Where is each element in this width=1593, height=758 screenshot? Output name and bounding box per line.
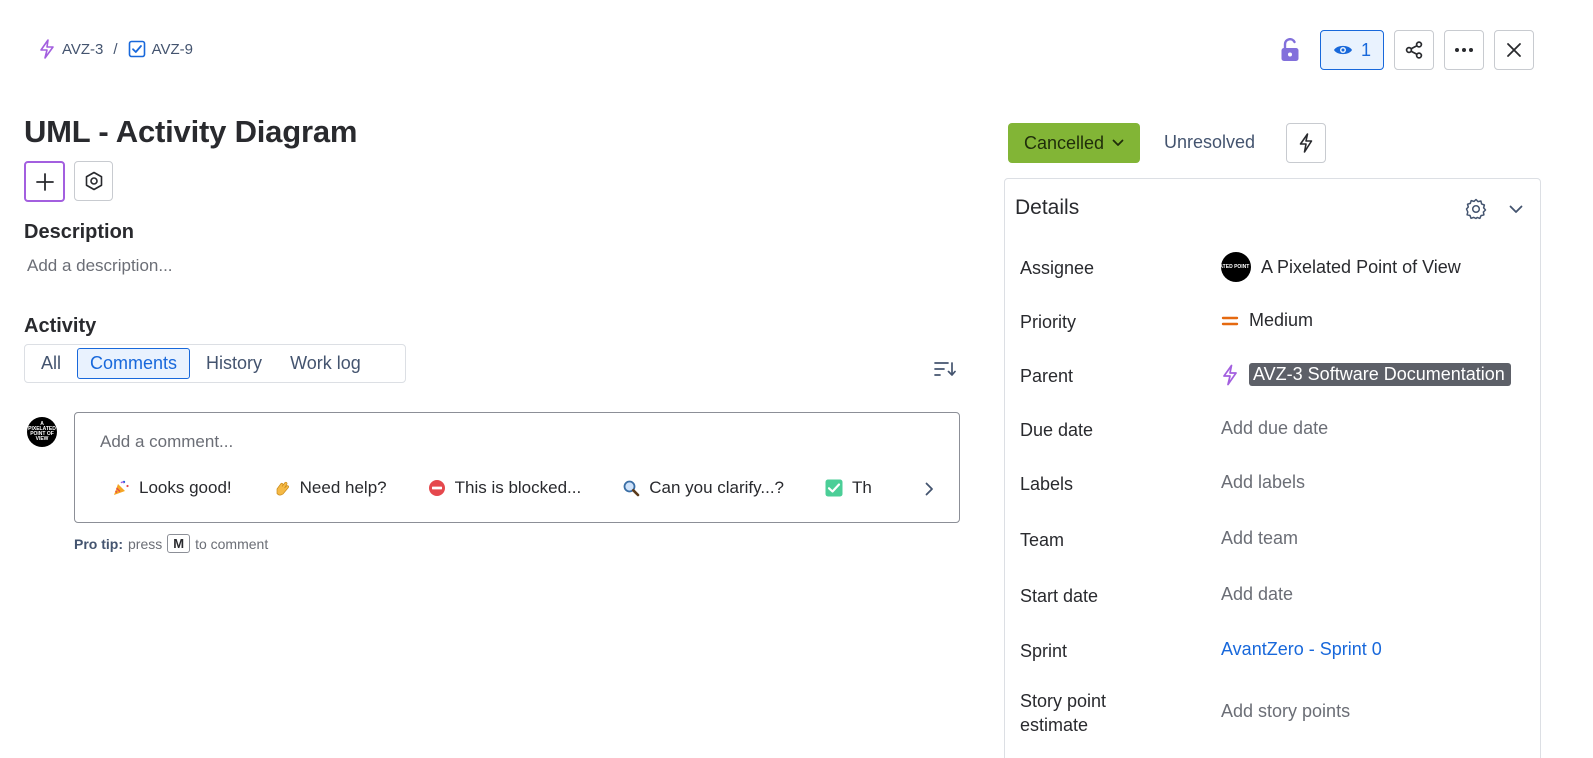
assignee-field[interactable]: A PIXELATED POINT OF VIEW A Pixelated Po…	[1221, 252, 1461, 282]
tab-comments[interactable]: Comments	[77, 348, 191, 379]
share-button[interactable]	[1394, 30, 1434, 70]
epic-lightning-icon	[1221, 364, 1239, 386]
restrictions-button[interactable]	[1270, 30, 1310, 70]
field-label-assignee: Assignee	[1020, 258, 1095, 278]
quick-reply-looks-good[interactable]: Looks good!	[111, 478, 232, 498]
chevron-down-icon	[1509, 205, 1523, 214]
epic-lightning-icon	[38, 39, 56, 59]
sort-order-button[interactable]	[930, 355, 960, 383]
breadcrumb: AVZ-3 / AVZ-9	[38, 36, 193, 62]
close-icon	[1506, 42, 1522, 58]
field-label-labels: Labels	[1020, 474, 1074, 494]
resolution-status: Unresolved	[1164, 132, 1256, 152]
check-mark-icon	[824, 478, 844, 498]
issue-title[interactable]: UML - Activity Diagram	[24, 114, 357, 150]
chevron-down-icon	[1112, 139, 1124, 147]
add-content-button[interactable]	[24, 161, 65, 202]
breadcrumb-issue-link[interactable]: AVZ-9	[128, 40, 193, 58]
chevron-right-icon	[924, 482, 934, 496]
priority-value: Medium	[1249, 310, 1314, 330]
quick-replies-next-button[interactable]	[917, 477, 941, 501]
breadcrumb-separator: /	[113, 40, 118, 58]
sprint-link[interactable]: AvantZero - Sprint 0	[1221, 639, 1382, 660]
activity-heading: Activity	[24, 315, 97, 337]
magnifier-icon	[621, 478, 641, 498]
field-label-sprint: Sprint	[1020, 641, 1068, 661]
pro-tip-suffix: to comment	[195, 535, 269, 552]
quick-reply-label: Th	[852, 478, 872, 497]
breadcrumb-parent-key: AVZ-3	[62, 40, 104, 58]
automation-button[interactable]	[1286, 123, 1326, 163]
quick-reply-thanks[interactable]: Th	[824, 478, 872, 498]
unlock-icon	[1280, 38, 1300, 62]
more-horizontal-icon	[1454, 47, 1474, 53]
pro-tip-press: press	[128, 535, 163, 552]
eye-icon	[1333, 43, 1353, 57]
quick-reply-label: Can you clarify...?	[649, 478, 785, 497]
plus-icon	[35, 172, 55, 192]
story-points-field[interactable]: Add story points	[1221, 701, 1350, 722]
details-panel: Details Assignee A PIXELATED POINT OF VI…	[1004, 178, 1541, 758]
description-heading: Description	[24, 221, 135, 243]
quick-reply-label: Looks good!	[139, 478, 232, 497]
labels-field[interactable]: Add labels	[1221, 472, 1305, 493]
share-icon	[1405, 41, 1423, 59]
priority-field[interactable]: Medium	[1221, 310, 1313, 331]
description-field[interactable]: Add a description...	[27, 256, 173, 276]
assignee-avatar: A PIXELATED POINT OF VIEW	[1221, 252, 1251, 282]
priority-medium-icon	[1221, 314, 1239, 328]
parent-link[interactable]: AVZ-3 Software Documentation	[1249, 363, 1511, 386]
comment-input[interactable]: Add a comment...	[100, 432, 233, 452]
quick-reply-blocked[interactable]: This is blocked...	[427, 478, 582, 498]
status-dropdown[interactable]: Cancelled	[1008, 123, 1140, 163]
status-label: Cancelled	[1023, 132, 1105, 153]
team-field[interactable]: Add team	[1221, 528, 1298, 549]
details-heading: Details	[1015, 196, 1080, 219]
breadcrumb-parent-link[interactable]: AVZ-3	[38, 39, 103, 59]
quick-reply-label: Need help?	[299, 478, 387, 497]
due-date-field[interactable]: Add due date	[1221, 418, 1328, 439]
breadcrumb-issue-key: AVZ-9	[151, 40, 193, 58]
more-actions-button[interactable]	[1444, 30, 1484, 70]
gear-icon	[1465, 198, 1487, 220]
tab-all[interactable]: All	[29, 348, 73, 379]
field-label-start-date: Start date	[1020, 586, 1099, 606]
parent-field[interactable]: AVZ-3 Software Documentation	[1221, 363, 1511, 386]
hexagon-settings-icon	[84, 171, 104, 191]
start-date-field[interactable]: Add date	[1221, 584, 1293, 605]
assignee-name: A Pixelated Point of View	[1261, 256, 1461, 277]
current-user-avatar: A PIXELATED POINT OF VIEW	[27, 417, 57, 447]
field-label-team: Team	[1020, 530, 1065, 550]
quick-reply-clarify[interactable]: Can you clarify...?	[621, 478, 784, 498]
no-entry-icon	[427, 478, 447, 498]
watch-count: 1	[1360, 39, 1371, 60]
watch-button[interactable]: 1	[1320, 30, 1384, 70]
field-label-priority: Priority	[1020, 312, 1077, 332]
pro-tip: Pro tip: press M to comment	[74, 534, 268, 553]
tab-history[interactable]: History	[194, 348, 274, 379]
field-label-story-points: Story point estimate	[1020, 691, 1107, 735]
lightning-bolt-icon	[1298, 133, 1314, 153]
field-label-due-date: Due date	[1020, 420, 1094, 440]
apps-button[interactable]	[74, 161, 113, 201]
quick-replies: Looks good! Need help? This is blocked..…	[111, 475, 901, 501]
activity-tabs: All Comments History Work log	[24, 344, 406, 383]
collapse-details-button[interactable]	[1503, 196, 1529, 222]
field-label-parent: Parent	[1020, 366, 1074, 386]
issue-actions-toolbar: 1	[1270, 30, 1534, 70]
close-button[interactable]	[1494, 30, 1534, 70]
keyboard-shortcut-key: M	[167, 534, 191, 553]
sort-descending-icon	[934, 360, 956, 378]
pro-tip-label: Pro tip:	[74, 535, 123, 552]
party-popper-icon	[111, 478, 131, 498]
configure-fields-button[interactable]	[1463, 196, 1489, 222]
comment-editor[interactable]: Add a comment... Looks good! Need help? …	[74, 412, 960, 523]
waving-hand-icon	[272, 478, 292, 498]
task-checkbox-icon	[128, 40, 146, 58]
quick-reply-label: This is blocked...	[454, 478, 582, 497]
tab-work-log[interactable]: Work log	[278, 348, 373, 379]
quick-reply-need-help[interactable]: Need help?	[272, 478, 387, 498]
